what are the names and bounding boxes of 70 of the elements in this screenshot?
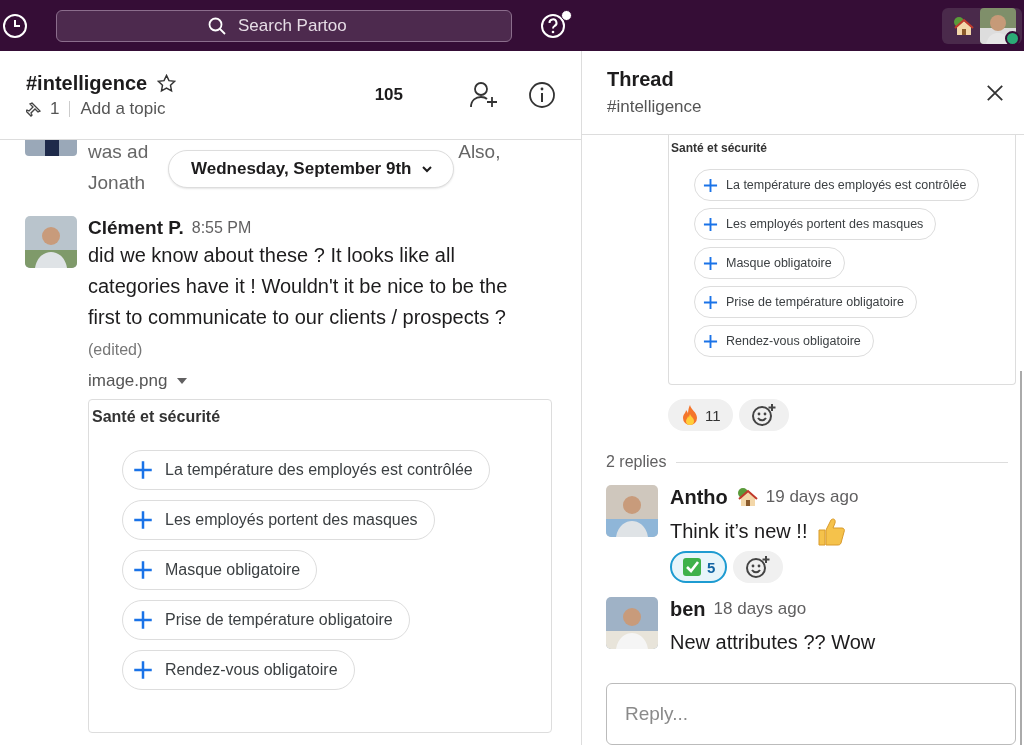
card-title: Santé et sécurité xyxy=(671,141,769,155)
plus-icon xyxy=(133,610,153,630)
add-emoji-icon xyxy=(750,403,777,427)
message-text: New attributes ?? Wow xyxy=(670,630,876,654)
chip-label: Rendez-vous obligatoire xyxy=(726,334,861,348)
chip-label: Prise de température obligatoire xyxy=(165,611,393,629)
info-icon[interactable] xyxy=(527,80,557,110)
pin-icon[interactable] xyxy=(26,100,42,117)
pin-count[interactable]: 1 xyxy=(50,98,60,119)
plus-icon xyxy=(133,560,153,580)
history-icon[interactable] xyxy=(2,12,28,39)
file-name[interactable]: image.png xyxy=(88,371,168,391)
add-person-icon[interactable] xyxy=(469,80,499,110)
chevron-down-icon xyxy=(421,165,434,173)
reply-count: 2 replies xyxy=(606,453,667,471)
timestamp[interactable]: 8:55 PM xyxy=(191,219,252,237)
chip-label: Les employés portent des masques xyxy=(726,217,924,231)
reply-field[interactable]: Reply... xyxy=(606,683,1016,745)
thread-title: Thread xyxy=(607,68,675,91)
message-text: Think it’s new !! xyxy=(670,519,808,543)
timestamp[interactable]: 18 days ago xyxy=(713,599,807,619)
plus-icon xyxy=(133,660,153,680)
reaction-count: 11 xyxy=(705,406,721,424)
help-icon[interactable] xyxy=(540,11,568,40)
plus-icon xyxy=(703,216,718,232)
reaction-button[interactable]: 5 xyxy=(670,551,728,583)
caret-icon[interactable] xyxy=(177,377,188,385)
date-divider-button[interactable]: Wednesday, September 9th xyxy=(168,150,455,188)
fire-icon xyxy=(680,404,700,426)
chip-label: La température des employés est contrôlée xyxy=(165,461,473,479)
chip-label: Prise de température obligatoire xyxy=(726,295,904,309)
close-icon[interactable] xyxy=(986,83,1004,102)
author-name[interactable]: Antho xyxy=(670,485,728,509)
chip-label: Masque obligatoire xyxy=(165,561,301,579)
message-text: Also, xyxy=(458,140,501,164)
star-icon[interactable] xyxy=(157,73,177,93)
plus-icon xyxy=(133,460,153,480)
reaction-count: 5 xyxy=(707,558,716,576)
search-field[interactable]: Search Partoo xyxy=(56,9,512,42)
add-topic-link[interactable]: Add a topic xyxy=(80,98,166,119)
plus-icon xyxy=(703,333,718,349)
card-title: Santé et sécurité xyxy=(92,408,222,426)
message-text: was ad xyxy=(88,140,149,164)
thread-channel[interactable]: #intelligence xyxy=(607,97,702,117)
add-emoji-icon xyxy=(745,555,772,579)
search-icon xyxy=(208,16,226,35)
timestamp[interactable]: 19 days ago xyxy=(765,487,859,507)
chip-label: Rendez-vous obligatoire xyxy=(165,661,338,679)
add-reaction-button[interactable] xyxy=(738,399,789,431)
user-status-button[interactable] xyxy=(942,7,1022,44)
author-name[interactable]: ben xyxy=(670,597,706,621)
house-icon xyxy=(952,15,974,36)
reaction-button[interactable]: 11 xyxy=(668,399,733,431)
search-input[interactable]: Search Partoo xyxy=(236,14,360,37)
message-text: Jonath xyxy=(88,171,146,195)
thumbs-up-icon xyxy=(815,515,848,547)
plus-icon xyxy=(703,255,718,271)
author-name[interactable]: Clément P. xyxy=(88,217,184,239)
chip-label: La température des employés est contrôlée xyxy=(726,178,967,192)
chip-label: Masque obligatoire xyxy=(726,256,832,270)
house-icon xyxy=(735,487,758,507)
chip-label: Les employés portent des masques xyxy=(165,511,418,529)
add-reaction-button[interactable] xyxy=(733,551,784,583)
message-text: did we know about these ? It looks like all categories have it ! Wouldn't it be nice to be the first to communicate to our clients / prospects ? (edited) xyxy=(88,243,509,360)
member-count[interactable]: 105 xyxy=(374,85,403,105)
plus-icon xyxy=(703,177,718,193)
plus-icon xyxy=(133,510,153,530)
checkmark-icon xyxy=(682,557,702,577)
plus-icon xyxy=(703,294,718,310)
channel-name[interactable]: #intelligence xyxy=(26,71,148,95)
